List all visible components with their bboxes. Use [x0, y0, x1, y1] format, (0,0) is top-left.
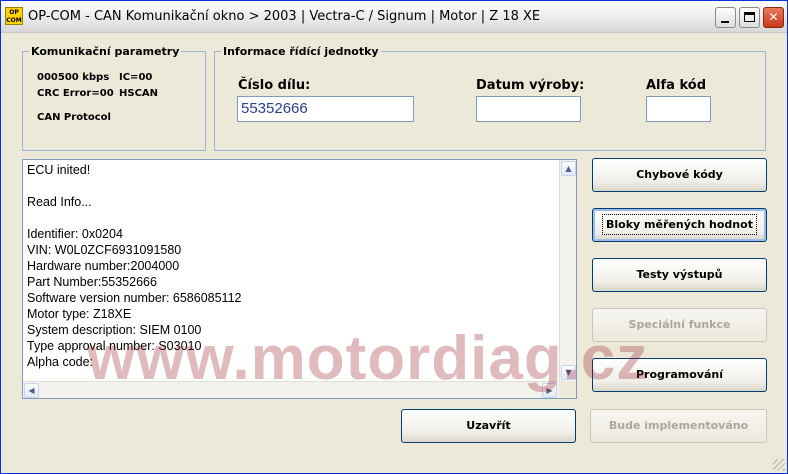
app-icon-text-top: OP: [9, 9, 19, 16]
alpha-code-field[interactable]: [646, 96, 711, 122]
window-title: OP-COM - CAN Komunikační okno > 2003 | V…: [28, 9, 541, 24]
log-line: Motor type: Z18XE: [27, 307, 132, 321]
opcom-app-icon: OP COM: [5, 7, 23, 25]
alpha-code-label: Alfa kód: [646, 78, 707, 93]
log-line: Read Info...: [27, 195, 92, 209]
output-tests-button[interactable]: Testy výstupů: [592, 258, 767, 292]
special-functions-button[interactable]: Speciální funkce: [592, 308, 767, 342]
log-text: ECU inited! Read Info... Identifier: 0x0…: [27, 162, 557, 370]
title-bar[interactable]: OP COM OP-COM - CAN Komunikační okno > 2…: [1, 1, 787, 33]
maximize-icon: [744, 12, 755, 22]
measured-blocks-button[interactable]: Bloky měřených hodnot: [592, 208, 767, 242]
programming-button[interactable]: Programování: [592, 358, 767, 392]
to-be-implemented-label: Bude implementováno: [608, 419, 749, 432]
comm-speed: 000500 kbps: [37, 72, 110, 83]
log-line: Part Number:55352666: [27, 275, 157, 289]
log-line: Identifier: 0x0204: [27, 227, 123, 241]
error-codes-label: Chybové kódy: [636, 168, 723, 181]
scroll-left-icon[interactable]: ◀: [24, 383, 39, 398]
output-tests-label: Testy výstupů: [636, 268, 723, 281]
minimize-icon: [721, 21, 729, 23]
log-line: Hardware number:2004000: [27, 259, 180, 273]
resize-grip[interactable]: [773, 459, 785, 471]
close-window-button[interactable]: ✕: [763, 7, 784, 28]
comm-protocol: CAN Protocol: [37, 112, 111, 123]
maximize-button[interactable]: [739, 7, 760, 28]
vertical-scrollbar[interactable]: ▲ ▼: [559, 160, 576, 382]
close-button[interactable]: Uzavřít: [401, 409, 576, 443]
log-line: Alpha code:: [27, 355, 94, 369]
log-line: Software version number: 6586085112: [27, 291, 242, 305]
production-date-field[interactable]: [476, 96, 581, 122]
minimize-button[interactable]: [715, 7, 736, 28]
special-functions-label: Speciální funkce: [628, 318, 731, 331]
production-date-label: Datum výroby:: [476, 78, 585, 93]
horizontal-scrollbar[interactable]: ◀ ▶: [23, 381, 559, 398]
log-line: VIN: W0L0ZCF6931091580: [27, 243, 182, 257]
scroll-right-icon[interactable]: ▶: [542, 383, 557, 398]
ecu-info-legend: Informace řídící jednotky: [223, 45, 379, 58]
programming-label: Programování: [636, 368, 723, 381]
scrollbar-corner: [559, 381, 576, 398]
log-line: ECU inited!: [27, 163, 91, 177]
opcom-window: OP COM OP-COM - CAN Komunikační okno > 2…: [0, 0, 788, 474]
part-number-field[interactable]: 55352666: [237, 96, 414, 122]
close-icon: ✕: [768, 10, 779, 24]
log-output[interactable]: ECU inited! Read Info... Identifier: 0x0…: [22, 159, 577, 399]
close-label: Uzavřít: [466, 419, 511, 432]
app-icon-text-bottom: COM: [6, 17, 22, 24]
comm-params-legend: Komunikační parametry: [31, 45, 180, 58]
to-be-implemented-button[interactable]: Bude implementováno: [590, 409, 767, 443]
log-line: System description: SIEM 0100: [27, 323, 202, 337]
part-number-label: Číslo dílu:: [238, 78, 311, 93]
scroll-up-icon[interactable]: ▲: [561, 161, 576, 176]
log-line: Type approval number: S03010: [27, 339, 202, 353]
comm-crc: CRC Error=00: [37, 88, 114, 99]
measured-blocks-label: Bloky měřených hodnot: [602, 214, 757, 235]
scroll-down-icon[interactable]: ▼: [561, 365, 576, 380]
error-codes-button[interactable]: Chybové kódy: [592, 158, 767, 192]
comm-ic: IC=00: [119, 72, 153, 83]
comm-bus: HSCAN: [119, 88, 159, 99]
